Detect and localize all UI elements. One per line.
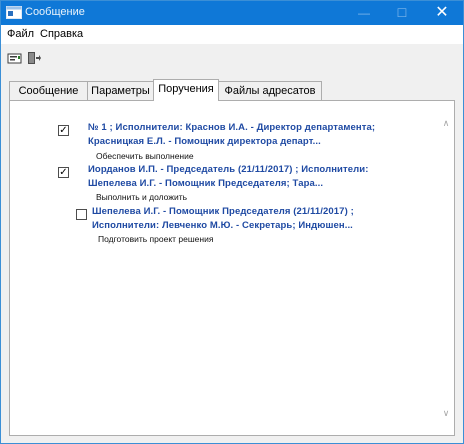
menu-file[interactable]: Файл [7, 28, 34, 40]
scroll-down-icon[interactable]: ∨ [438, 405, 454, 421]
maximize-button[interactable]: ☐ [385, 1, 419, 25]
tab-message[interactable]: Сообщение [9, 81, 88, 100]
item-checkbox[interactable] [76, 209, 87, 220]
item-note: Выполнить и доложить [96, 192, 188, 202]
item-title-line2: Шепелева И.Г. - Помощник Председателя; Т… [88, 178, 324, 189]
list-item[interactable]: ✓ № 1 ; Исполнители: Краснов И.А. - Дире… [10, 101, 430, 161]
tab-parameters[interactable]: Параметры [87, 81, 154, 100]
menu-bar: Файл Справка [1, 25, 463, 44]
toolbar [1, 44, 463, 72]
app-window-icon [6, 6, 22, 19]
status-bar [1, 437, 463, 443]
item-checkbox[interactable]: ✓ [58, 125, 69, 136]
item-checkbox[interactable]: ✓ [58, 167, 69, 178]
item-title-line1: Иорданов И.П. - Председатель (21/11/2017… [88, 164, 369, 175]
scroll-up-icon[interactable]: ∧ [438, 115, 454, 131]
assignments-list: ✓ № 1 ; Исполнители: Краснов И.А. - Дире… [10, 101, 438, 435]
envelope-icon[interactable] [7, 50, 23, 66]
assignments-panel: ✓ № 1 ; Исполнители: Краснов И.А. - Дире… [9, 100, 455, 436]
window-title: Сообщение [25, 6, 85, 18]
tab-recipient-files[interactable]: Файлы адресатов [218, 81, 322, 100]
minimize-button[interactable]: — [347, 1, 381, 25]
item-note: Подготовить проект решения [98, 234, 214, 244]
title-bar[interactable]: Сообщение — ☐ ✕ [1, 1, 463, 25]
list-item[interactable]: Шепелева И.Г. - Помощник Председателя (2… [10, 204, 430, 248]
menu-help[interactable]: Справка [40, 28, 83, 40]
vertical-scrollbar[interactable]: ∧ ∨ [438, 101, 454, 435]
item-title-line1: № 1 ; Исполнители: Краснов И.А. - Директ… [88, 122, 376, 133]
item-note: Обеспечить выполнение [96, 151, 194, 161]
tab-assignments[interactable]: Поручения [153, 79, 219, 101]
message-window: Сообщение — ☐ ✕ Файл Справка Сообщение П… [0, 0, 464, 444]
list-item[interactable]: ✓ Иорданов И.П. - Председатель (21/11/20… [10, 161, 430, 205]
item-title-line1: Шепелева И.Г. - Помощник Председателя (2… [92, 206, 354, 217]
item-title-line2: Красницкая Е.Л. - Помощник директора деп… [88, 136, 321, 147]
tab-strip: Сообщение Параметры Поручения Файлы адре… [9, 79, 463, 101]
exit-door-icon[interactable] [25, 50, 41, 66]
item-title-line2: Исполнители: Левченко М.Ю. - Секретарь; … [92, 220, 353, 231]
close-button[interactable]: ✕ [425, 1, 459, 25]
